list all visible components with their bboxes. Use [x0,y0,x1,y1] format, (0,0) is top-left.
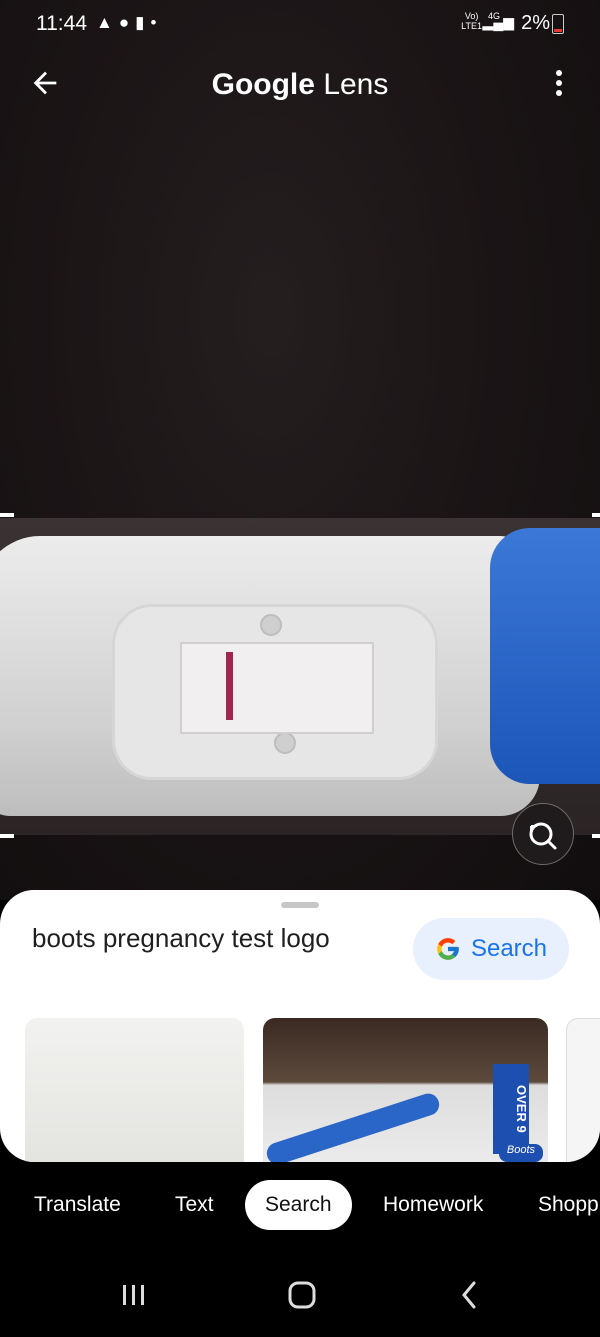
dot-icon: • [150,13,163,32]
crop-handle-bottom-right[interactable] [592,834,600,838]
search-query-text: boots pregnancy test logo [32,923,330,953]
window-screw-bottom [274,732,296,754]
mode-shopping[interactable]: Shopp [538,1180,599,1230]
result-thumbnail-1[interactable] [25,1018,244,1162]
mode-homework[interactable]: Homework [383,1180,483,1230]
home-icon[interactable] [282,1275,322,1315]
result-thumbnail-3[interactable] [566,1018,600,1162]
volte-indicator: Vo) LTE1 [461,11,482,31]
leaf-icon: ● [118,13,136,32]
results-sheet[interactable]: boots pregnancy test logo Search OVER 9 … [0,890,600,1162]
notification-icons: ▲●▮• [96,13,162,33]
package-label-brand: Boots [499,1144,543,1162]
lock-icon: ▮ [135,13,151,32]
system-back-icon[interactable] [450,1275,490,1315]
device-blue-cap [490,528,600,784]
recent-apps-icon[interactable] [114,1275,154,1315]
crop-handle-top-left[interactable] [0,513,14,517]
battery-icon [552,14,564,34]
crop-handle-bottom-left[interactable] [0,834,14,838]
system-navigation-bar [0,1257,600,1337]
google-search-button[interactable]: Search [413,918,569,980]
more-options-icon[interactable] [554,70,564,100]
signal-icon: ▂▄▆ [482,14,514,30]
package-label-over: OVER 9 [493,1064,529,1154]
crop-handle-top-right[interactable] [592,513,600,517]
mode-translate[interactable]: Translate [34,1180,121,1230]
mode-text[interactable]: Text [175,1180,214,1230]
result-thumbnail-2[interactable]: OVER 9 Boots [263,1018,548,1162]
warning-icon: ▲ [96,13,119,32]
battery-percent: 2% [521,12,550,34]
visual-search-button[interactable] [512,803,574,865]
test-strip [180,642,374,734]
window-screw-top [260,614,282,636]
image-search-icon [529,822,557,850]
google-g-icon [437,938,459,960]
test-line [226,652,233,720]
lens-mode-bar: Translate Text Search Homework Shopp [0,1180,600,1230]
search-button-label: Search [470,935,548,962]
page-title: Google Lens [211,68,389,101]
selected-image-region[interactable] [0,518,600,835]
status-time: 11:44 [36,12,87,35]
lens-top-bar: Google Lens [0,56,600,116]
mode-search[interactable]: Search [245,1180,352,1230]
status-bar: 11:44 ▲●▮• Vo) LTE1 4G ▂▄▆ 2% [0,0,600,48]
sheet-drag-handle[interactable] [281,902,319,908]
